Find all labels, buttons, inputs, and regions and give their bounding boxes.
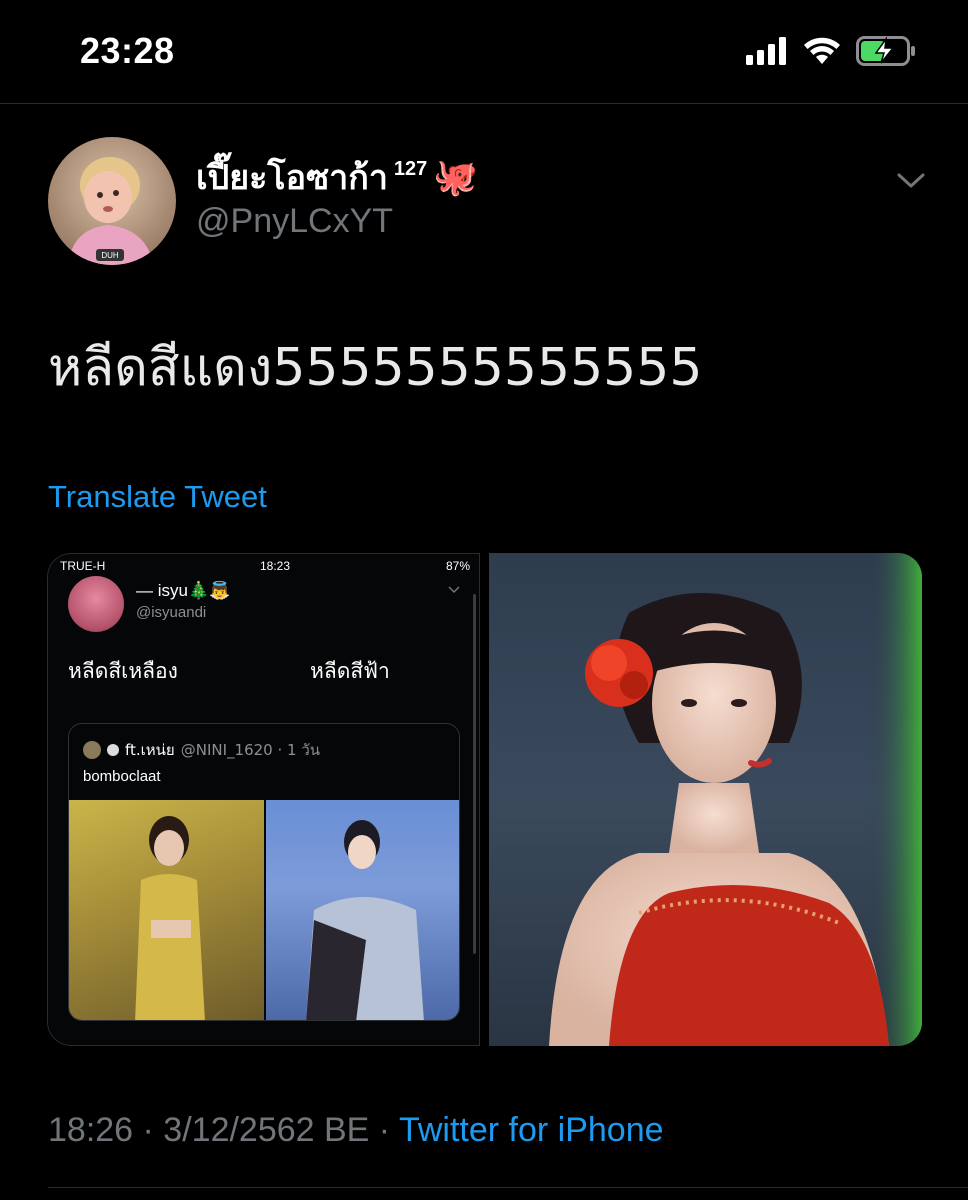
tweet-source-link[interactable]: Twitter for iPhone	[399, 1111, 664, 1149]
embedded-handle: @isyuandi	[136, 604, 207, 621]
quote-handle: @NINI_1620 · 1 วัน	[180, 741, 320, 759]
cellular-signal-icon	[746, 37, 786, 65]
avatar-image: DUH	[48, 137, 176, 265]
quote-text: bomboclaat	[83, 768, 161, 785]
avatar-caption: DUH	[101, 251, 119, 260]
tweet-text: หลีดสีแดง5555555555555	[48, 338, 703, 398]
media-image-left[interactable]: TRUE-H 18:23 87% — isyu🎄👼 @isyuandi หลีด…	[47, 553, 480, 1046]
status-time: 23:28	[80, 30, 175, 71]
embedded-chevron-icon	[448, 586, 460, 594]
tweet-timestamp: 18:26 · 3/12/2562 BE ·	[48, 1111, 399, 1149]
wifi-icon	[804, 37, 840, 64]
status-bar: 23:28	[0, 0, 968, 104]
embedded-text-yellow: หลีดสีเหลือง	[68, 659, 178, 683]
quote-image-gold-outfit	[69, 800, 264, 1020]
tweet-meta: 18:26 · 3/12/2562 BE · Twitter for iPhon…	[48, 1111, 664, 1150]
embedded-text-blue: หลีดสีฟ้า	[310, 659, 390, 683]
embedded-battery: 87%	[445, 559, 470, 573]
quote-image-silver-outfit	[266, 800, 459, 1020]
quote-author: ft.เหน่ย	[125, 741, 175, 759]
avatar[interactable]: DUH	[48, 137, 176, 265]
embedded-quote-card: ft.เหน่ย @NINI_1620 · 1 วัน bomboclaat	[68, 723, 460, 1021]
embedded-time: 18:23	[260, 559, 291, 573]
embedded-status-bar: TRUE-H 18:23 87%	[60, 557, 470, 577]
tweet-media[interactable]: TRUE-H 18:23 87% — isyu🎄👼 @isyuandi หลีด…	[47, 553, 922, 1046]
embedded-display-name: — isyu🎄👼	[136, 581, 231, 600]
embedded-carrier: TRUE-H	[60, 559, 106, 573]
display-name-text: เปี๊ยะโอซาก้า	[196, 158, 388, 198]
concert-photo-icon	[549, 553, 922, 1046]
status-icons	[746, 36, 916, 66]
embedded-avatar	[68, 576, 124, 632]
quote-badge-icon	[107, 744, 119, 756]
chevron-down-icon[interactable]	[896, 168, 926, 192]
display-name[interactable]: เปี๊ยะโอซาก้า 127 🐙	[196, 150, 478, 204]
embedded-scrollbar	[473, 594, 476, 954]
quote-header: ft.เหน่ย @NINI_1620 · 1 วัน	[83, 738, 320, 762]
user-handle[interactable]: @PnyLCxYT	[196, 202, 393, 241]
display-name-superscript: 127	[393, 157, 428, 180]
divider	[48, 1187, 968, 1188]
translate-tweet-link[interactable]: Translate Tweet	[48, 479, 267, 515]
media-image-right[interactable]	[489, 553, 922, 1046]
quote-avatar	[83, 741, 101, 759]
octopus-emoji-icon: 🐙	[433, 156, 479, 197]
battery-charging-icon	[856, 36, 915, 66]
